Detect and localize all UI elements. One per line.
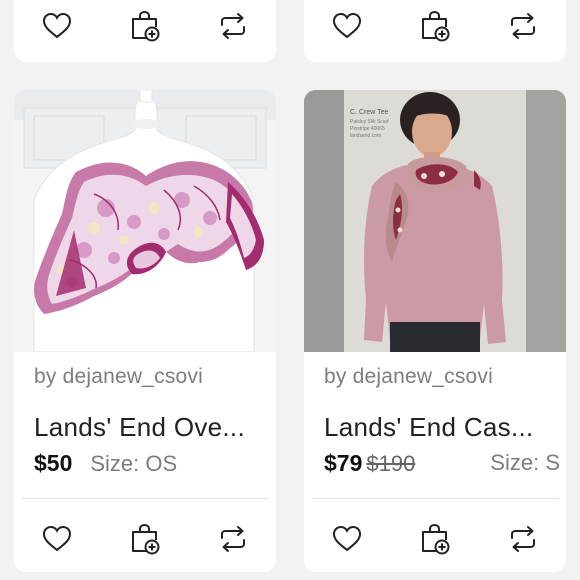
original-price: $190: [366, 451, 416, 476]
heart-icon[interactable]: [330, 9, 364, 43]
repost-arrows-icon[interactable]: [216, 9, 250, 43]
listing-card[interactable]: by dejanew_csovi Lands' End Ove... $50 Si…: [14, 90, 276, 572]
listing-card-partial-right: [304, 0, 566, 62]
seller-name[interactable]: by dejanew_csovi: [324, 365, 493, 389]
listing-title[interactable]: Lands' End Cas...: [324, 412, 556, 443]
price: $50: [34, 450, 73, 476]
photo-caption-line: C. Crew Tee: [350, 109, 388, 116]
card-actions: [304, 510, 566, 568]
card-actions: [304, 0, 566, 52]
size-label: Size: OS: [90, 451, 178, 476]
shopping-bag-plus-icon[interactable]: [418, 9, 452, 43]
heart-icon[interactable]: [40, 9, 74, 43]
photo-caption-line: Pinstripe 40065: [350, 126, 385, 132]
price: $79: [324, 450, 363, 476]
divider: [22, 498, 268, 499]
price-row: $79 $190 Size: S: [324, 450, 560, 480]
listing-photo-scarf[interactable]: [14, 90, 276, 352]
repost-arrows-icon[interactable]: [216, 522, 250, 556]
listing-title[interactable]: Lands' End Ove...: [34, 412, 266, 443]
seller-name[interactable]: by dejanew_csovi: [34, 365, 203, 389]
shopping-bag-plus-icon[interactable]: [418, 522, 452, 556]
card-actions: [14, 510, 276, 568]
card-actions: [14, 0, 276, 52]
divider: [312, 498, 558, 499]
repost-arrows-icon[interactable]: [506, 9, 540, 43]
photo-caption-line: Paisley Silk Scarf: [350, 119, 389, 125]
heart-icon[interactable]: [330, 522, 364, 556]
shopping-bag-plus-icon[interactable]: [128, 522, 162, 556]
photo-caption-line: landsend.com: [350, 133, 381, 139]
shopping-bag-plus-icon[interactable]: [128, 9, 162, 43]
price-row: $50 Size: OS: [34, 450, 266, 480]
repost-arrows-icon[interactable]: [506, 522, 540, 556]
listing-photo-model[interactable]: C. Crew Tee Paisley Silk Scarf Pinstripe…: [304, 90, 566, 352]
listing-card-partial-left: [14, 0, 276, 62]
listing-card[interactable]: C. Crew Tee Paisley Silk Scarf Pinstripe…: [304, 90, 566, 572]
heart-icon[interactable]: [40, 522, 74, 556]
size-label: Size: S: [490, 450, 560, 475]
